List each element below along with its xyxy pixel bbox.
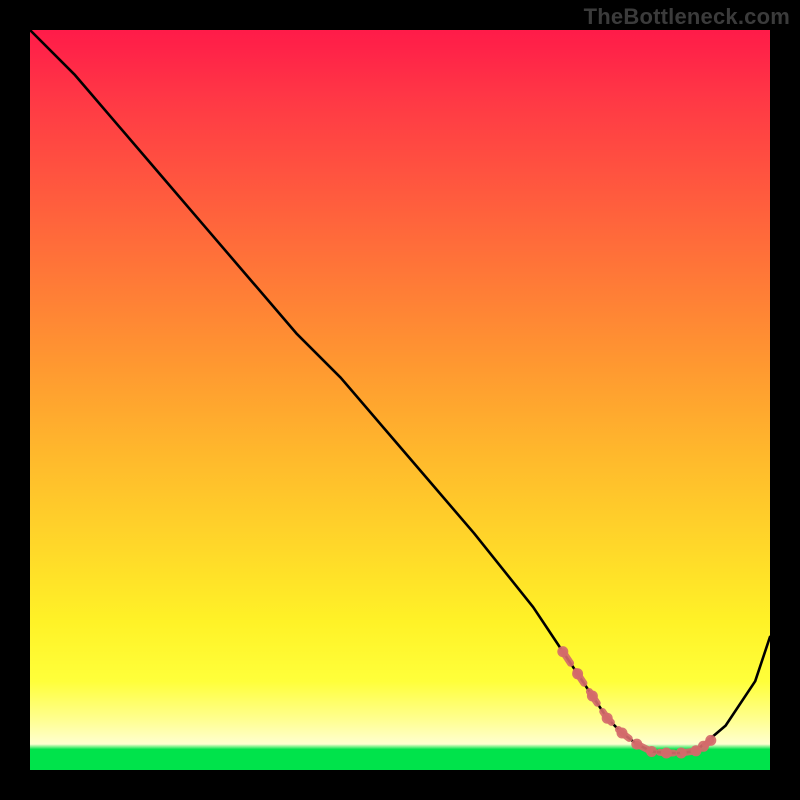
optimal-zone-marker	[557, 646, 716, 758]
curve-layer	[30, 30, 770, 770]
watermark-text: TheBottleneck.com	[584, 4, 790, 30]
plot-area	[30, 30, 770, 770]
bottleneck-curve	[30, 30, 770, 753]
chart-stage: TheBottleneck.com	[0, 0, 800, 800]
